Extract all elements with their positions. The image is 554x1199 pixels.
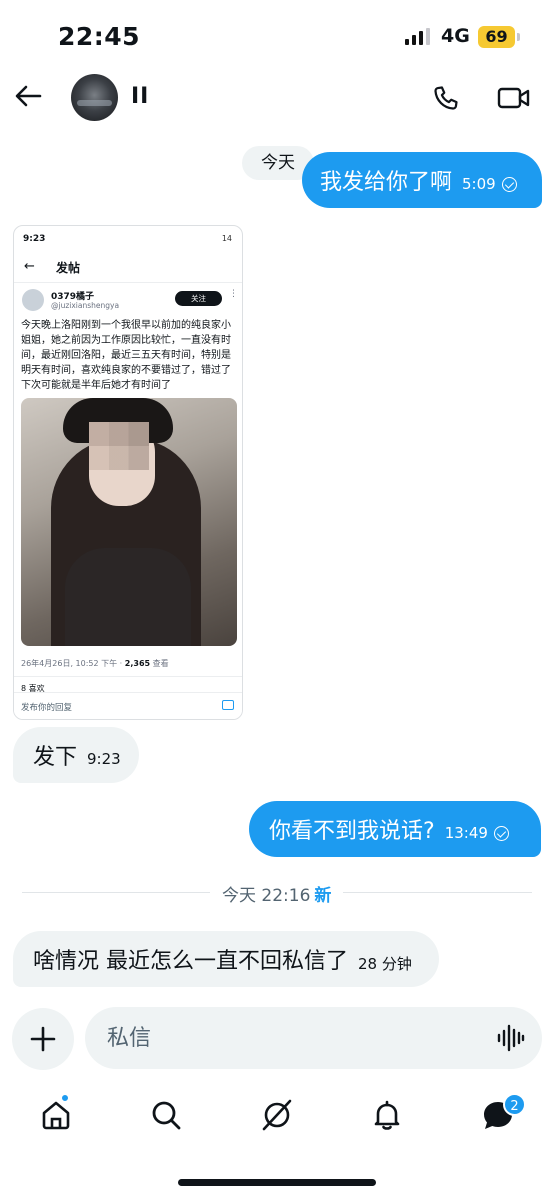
shared-image[interactable]: 9:23 14 ← 发帖 0379橘子 @juzixianshengya 关注 … [13, 225, 243, 720]
shared-post-photo [21, 398, 237, 646]
message-text: 啥情况 最近怎么一直不回私信了 [33, 949, 348, 974]
signal-icon [405, 28, 430, 45]
home-notification-dot [60, 1093, 70, 1103]
phone-icon [434, 86, 458, 110]
message-bubble-incoming[interactable]: 发下 9:23 [13, 727, 139, 783]
messages-badge: 2 [503, 1093, 526, 1116]
divider [14, 676, 242, 677]
read-check-icon [501, 176, 517, 192]
tab-grok[interactable] [257, 1095, 297, 1135]
message-time: 9:23 [87, 750, 121, 768]
video-camera-icon [497, 87, 530, 109]
voice-message-button[interactable] [496, 1023, 526, 1053]
shared-author-handle: @juzixianshengya [51, 301, 120, 310]
message-bubble-outgoing[interactable]: 我发给你了啊 5:09 [302, 152, 542, 208]
video-call-button[interactable] [494, 80, 534, 116]
status-time: 22:45 [58, 22, 141, 51]
add-attachment-button[interactable] [12, 1008, 74, 1070]
shared-status-time: 9:23 [23, 234, 46, 244]
tab-notifications[interactable] [367, 1095, 407, 1135]
home-indicator [178, 1179, 376, 1186]
message-meta: 5:09 [462, 175, 517, 193]
message-time: 13:49 [444, 824, 488, 842]
more-icon: ⋮ [229, 289, 238, 299]
message-composer [85, 1007, 542, 1069]
shared-back-icon: ← [24, 259, 35, 274]
message-text: 我发给你了啊 [320, 170, 453, 195]
mosaic-blur [89, 422, 149, 470]
tab-home[interactable] [36, 1095, 76, 1135]
divider [14, 282, 242, 283]
shared-post-text: 今天晚上洛阳刚到一个我很早以前加的纯良家小姐姐，她之前因为工作原因比较忙，一直没… [21, 320, 231, 391]
back-button[interactable] [10, 78, 46, 114]
contact-avatar[interactable] [71, 74, 118, 121]
battery-icon: 69 [478, 26, 515, 48]
plus-icon [30, 1026, 56, 1052]
message-bubble-incoming[interactable]: 啥情况 最近怎么一直不回私信了 28 分钟 [13, 931, 439, 987]
message-input[interactable] [107, 1020, 467, 1056]
camera-icon [222, 700, 234, 710]
read-check-icon [493, 825, 509, 841]
arrow-left-icon [15, 85, 42, 107]
shared-reply-placeholder: 发布你的回复 [21, 703, 73, 713]
search-icon [152, 1101, 181, 1130]
waveform-icon [497, 1024, 525, 1052]
grok-icon [262, 1099, 292, 1131]
contact-name[interactable]: II [131, 84, 149, 109]
battery-cap [517, 33, 520, 41]
shared-page-title: 发帖 [56, 261, 81, 275]
home-icon [42, 1101, 70, 1130]
message-text: 你看不到我说话? [269, 819, 435, 844]
shared-author-avatar [22, 289, 44, 311]
message-text: 发下 [33, 745, 78, 770]
shared-follow-button: 关注 [175, 291, 222, 306]
message-time: 5:09 [462, 175, 496, 193]
message-time: 28 分钟 [358, 954, 412, 973]
message-meta: 13:49 [445, 824, 509, 842]
network-type: 4G [441, 25, 470, 47]
call-button[interactable] [428, 80, 464, 116]
bell-icon [374, 1100, 400, 1130]
shared-status-battery: 14 [221, 234, 232, 243]
shared-reply-bar: 发布你的回复 [14, 692, 242, 719]
message-bubble-outgoing[interactable]: 你看不到我说话? 13:49 [249, 801, 541, 857]
new-messages-label: 今天 22:16 新 [210, 881, 344, 906]
shared-post-date: 26年4月26日, 10:52 下午 · 2,365 查看 [21, 659, 169, 668]
tab-search[interactable] [146, 1095, 186, 1135]
